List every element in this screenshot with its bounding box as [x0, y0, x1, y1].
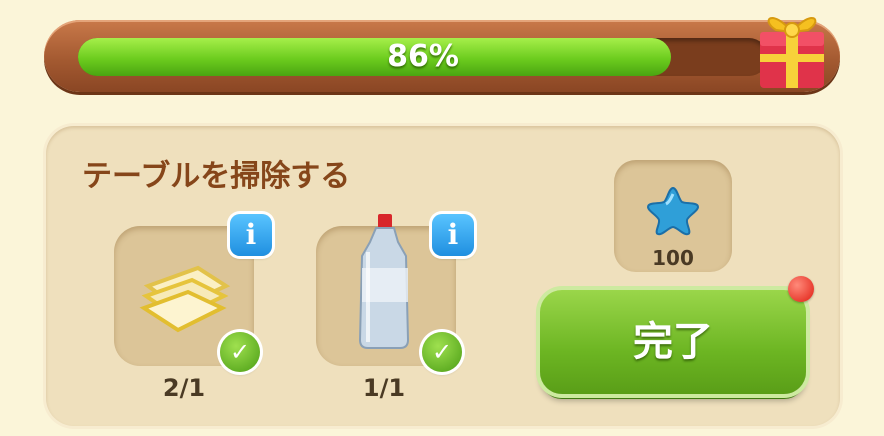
info-button-cloth[interactable]: i	[230, 214, 272, 256]
reward-value: 100	[652, 246, 694, 270]
progress-percent: 86%	[387, 39, 459, 74]
info-button-bottle[interactable]: i	[432, 214, 474, 256]
complete-button[interactable]: 完了	[540, 290, 806, 394]
item-slot-bottle[interactable]: i ✓	[316, 214, 474, 372]
cloth-icon	[139, 265, 231, 333]
notification-dot	[788, 276, 814, 302]
item-count-bottle: 1/1	[362, 374, 406, 402]
item-count-cloth: 2/1	[162, 374, 206, 402]
item-slot-cloth[interactable]: i ✓	[114, 214, 272, 372]
gift-box-icon[interactable]	[752, 2, 832, 92]
progress-bar: 86%	[44, 20, 840, 92]
task-title: テーブルを掃除する	[82, 159, 351, 194]
bottle-icon	[358, 214, 410, 349]
checkmark-icon: ✓	[220, 332, 260, 372]
checkmark-icon: ✓	[422, 332, 462, 372]
blue-star-icon	[646, 186, 700, 236]
progress-track: 86%	[78, 38, 768, 76]
